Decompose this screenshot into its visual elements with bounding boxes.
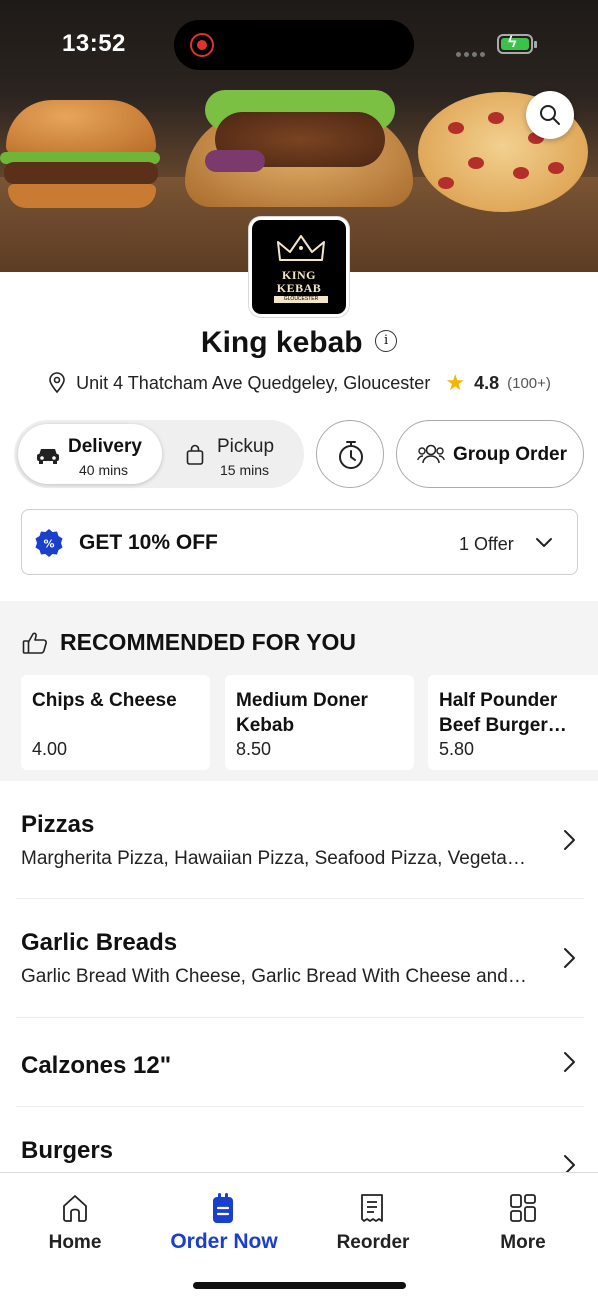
category-title: Garlic Breads [21, 929, 178, 956]
recommended-heading: RECOMMENDED FOR YOU [60, 629, 357, 655]
delivery-option[interactable]: Delivery 40 mins [18, 424, 162, 484]
recommended-item-name: Medium Doner Kebab [236, 690, 368, 736]
restaurant-header: King kebab [0, 326, 598, 360]
tab-home[interactable]: Home [0, 1173, 150, 1273]
home-icon [63, 1195, 87, 1222]
grid-icon [510, 1194, 536, 1222]
tab-reorder[interactable]: Reorder [298, 1173, 448, 1273]
tab-label: Order Now [170, 1230, 278, 1253]
offer-title: GET 10% OFF [79, 531, 218, 554]
tab-label: Reorder [336, 1232, 410, 1253]
tab-label: More [500, 1232, 546, 1253]
offer-count: 1 Offer [459, 534, 514, 554]
category-title: Pizzas [21, 811, 95, 838]
chevron-right-icon [564, 1155, 575, 1172]
schedule-button[interactable] [316, 420, 384, 488]
category-row-calzones[interactable]: Calzones 12" [0, 1018, 598, 1106]
pickup-option[interactable]: Pickup 15 mins [164, 424, 300, 484]
search-icon [540, 105, 560, 125]
star-icon: ★ [445, 370, 466, 395]
category-description: Margherita Pizza, Hawaiian Pizza, Seafoo… [21, 848, 531, 869]
tab-order-now[interactable]: Order Now [149, 1173, 299, 1273]
recommended-item-price: 8.50 [236, 739, 272, 759]
chevron-right-icon [564, 1052, 575, 1072]
thumbs-up-icon [22, 632, 47, 654]
category-description: Garlic Bread With Cheese, Garlic Bread W… [21, 966, 531, 987]
restaurant-logo: KING KEBAB GLOUCESTER [249, 217, 349, 317]
search-button[interactable] [526, 91, 574, 139]
receipt-icon [361, 1194, 383, 1222]
order-mode-toggle: Delivery 40 mins Pickup 15 mins [14, 420, 304, 488]
restaurant-meta: Unit 4 Thatcham Ave Quedgeley, Glouceste… [0, 370, 598, 396]
restaurant-address: Unit 4 Thatcham Ave Quedgeley, Glouceste… [76, 372, 431, 393]
svg-text:%: % [43, 538, 54, 551]
kebab-image [185, 72, 415, 207]
tab-label: Home [48, 1232, 102, 1253]
group-order-button[interactable]: Group Order [396, 420, 584, 488]
recommended-item-price: 4.00 [32, 739, 68, 759]
crown-icon [277, 235, 325, 261]
delivery-time: 40 mins [79, 462, 129, 478]
recommended-item-name: Half Pounder Beef Burger With [439, 690, 558, 736]
home-indicator [193, 1282, 406, 1289]
category-row-burgers[interactable]: Burgers [0, 1107, 598, 1172]
recording-icon [190, 33, 214, 57]
bottom-tab-bar: Home Order Now Reorder More [0, 1172, 598, 1300]
timer-icon [339, 441, 363, 469]
recommended-item-name: Chips & Cheese [32, 690, 177, 711]
order-icon [213, 1193, 233, 1223]
battery-icon: ϟ [497, 34, 537, 54]
recommended-card[interactable]: Chips & Cheese 4.00 [21, 675, 210, 770]
dynamic-island [174, 20, 414, 70]
status-time: 13:52 [62, 30, 126, 57]
category-row-pizzas[interactable]: Pizzas Margherita Pizza, Hawaiian Pizza,… [0, 781, 598, 898]
pickup-time: 15 mins [220, 462, 270, 478]
shopping-bag-icon [186, 444, 204, 465]
rating-value: 4.8 [474, 372, 500, 393]
recommended-item-price: 5.80 [439, 739, 475, 759]
chevron-down-icon [536, 538, 552, 547]
group-order-label: Group Order [453, 444, 568, 465]
delivery-label: Delivery [68, 436, 142, 457]
recommended-card[interactable]: Medium Doner Kebab 8.50 [225, 675, 414, 770]
group-icon [417, 444, 445, 464]
offer-banner[interactable]: % GET 10% OFF 1 Offer [21, 509, 578, 575]
category-title: Calzones 12" [21, 1052, 172, 1079]
car-icon [37, 449, 59, 464]
burger-image [0, 100, 165, 210]
restaurant-name: King kebab [200, 326, 363, 359]
info-icon[interactable] [375, 330, 398, 352]
signal-icon [456, 44, 488, 62]
chevron-right-icon [564, 830, 575, 850]
discount-badge-icon: % [35, 529, 63, 557]
chevron-right-icon [564, 948, 575, 968]
rating-count: (100+) [507, 374, 551, 392]
category-title: Burgers [21, 1137, 114, 1164]
recommended-section: RECOMMENDED FOR YOU Chips & Cheese 4.00 … [0, 601, 598, 781]
location-pin-icon [49, 372, 65, 394]
pickup-label: Pickup [217, 436, 275, 457]
tab-more[interactable]: More [448, 1173, 598, 1273]
recommended-card[interactable]: Half Pounder Beef Burger With 5.80 [428, 675, 598, 770]
category-row-garlic-breads[interactable]: Garlic Breads Garlic Bread With Cheese, … [0, 899, 598, 1016]
